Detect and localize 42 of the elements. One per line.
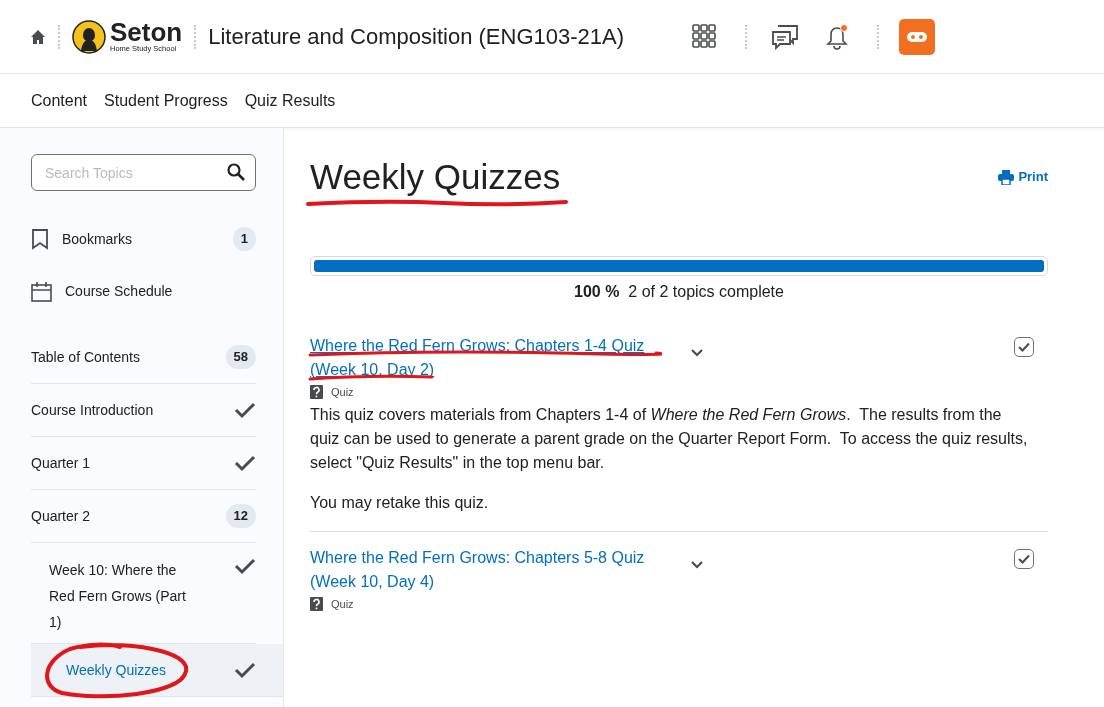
topic-link[interactable]: Where the Red Fern Grows: Chapters 5-8 Quiz (Week 10, Day 4)	[310, 545, 660, 594]
toc-heading: Table of Contents	[31, 347, 140, 367]
sidebar-link[interactable]: Bookmarks	[62, 228, 133, 250]
topic-description: This quiz covers materials from Chapters 1-4 of Where the Red Fern Grows. The results from the quiz can be used to generate a parent grade on the Quarter Report Form. To access the quiz results, select "Quiz Results" in the top menu bar.	[310, 404, 1029, 473]
completion-checkbox[interactable]	[1014, 548, 1034, 569]
home-icon[interactable]	[30, 28, 46, 45]
bookmark-icon	[31, 228, 49, 250]
logo-name: Seton	[110, 20, 183, 44]
count-badge: 58	[225, 345, 256, 369]
page-title: Weekly Quizzes	[310, 156, 561, 198]
chevron-down-icon[interactable]	[690, 559, 704, 570]
count-badge: 1	[232, 227, 256, 251]
printer-icon	[998, 169, 1015, 185]
checkmark-icon	[1018, 553, 1030, 564]
topic-description: You may retake this quiz.	[310, 492, 490, 513]
print-link[interactable]: Print	[998, 167, 1048, 187]
progress-text: 100 % 2 of 2 topics complete	[574, 283, 784, 300]
question-mark-icon	[310, 596, 323, 611]
topic-type: Quiz	[331, 596, 354, 612]
topic-type: Quiz	[331, 385, 354, 400]
toc-item[interactable]: Quarter 2	[31, 503, 91, 529]
toc-item[interactable]: Course Introduction	[31, 397, 154, 423]
bell-icon[interactable]	[825, 23, 849, 50]
nav-link[interactable]: Content	[31, 88, 88, 113]
nav-link[interactable]: Student Progress	[104, 88, 228, 113]
chat-icon[interactable]	[771, 23, 799, 50]
course-title: Literature and Composition (ENG103-21A)	[208, 23, 624, 51]
completion-checkbox[interactable]	[1014, 337, 1034, 357]
question-mark-icon	[310, 385, 323, 400]
grid-icon[interactable]	[692, 24, 717, 49]
toc-item[interactable]: Week 10: Where the Red Fern Grows (Part 1)	[49, 557, 199, 635]
avatar[interactable]	[899, 18, 935, 55]
chevron-down-icon[interactable]	[690, 348, 704, 358]
search-field[interactable]: Search Topics	[31, 154, 256, 191]
toc-item[interactable]: Quarter 1	[31, 450, 91, 476]
calendar-icon	[31, 280, 52, 302]
count-badge: 12	[225, 504, 256, 528]
checkmark-icon	[1018, 342, 1030, 352]
person-silhouette-icon	[72, 19, 106, 54]
search-icon[interactable]	[227, 163, 245, 181]
sidebar-link[interactable]: Course Schedule	[65, 280, 173, 302]
nav-link[interactable]: Quiz Results	[244, 88, 336, 113]
